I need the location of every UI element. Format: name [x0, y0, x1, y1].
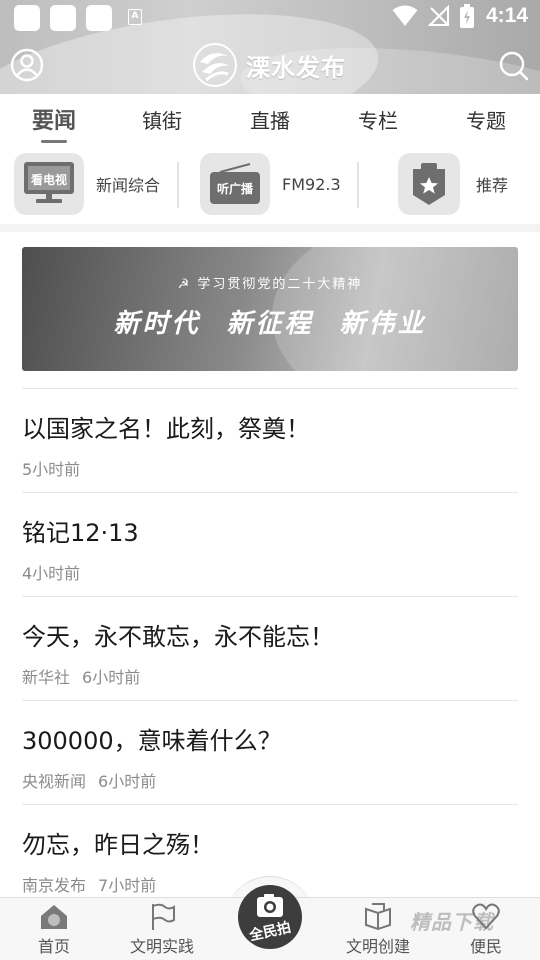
channel-label: FM92.3: [282, 174, 341, 194]
clock: 4:14: [485, 4, 528, 27]
promo-banner[interactable]: ☭ 学习贯彻党的二十大精神 新时代 新征程 新伟业: [22, 247, 518, 371]
tab-columns[interactable]: 专栏: [324, 94, 432, 144]
divider: [357, 162, 359, 208]
flag-icon: [152, 903, 175, 930]
nav-label: 首页: [37, 937, 70, 956]
status-bar: A 4:14: [0, 0, 540, 36]
section-divider: [0, 224, 540, 232]
promo-subtitle: ☭ 学习贯彻党的二十大精神: [177, 277, 363, 292]
wifi-icon: [392, 5, 418, 26]
news-title: 铭记12·13: [22, 519, 139, 547]
channel-recommend[interactable]: 推荐: [398, 152, 508, 216]
app-header: 溧水发布: [0, 36, 540, 94]
news-time: 6小时前: [82, 668, 141, 687]
news-meta: 新华社 6小时前: [22, 664, 140, 688]
watermark: 精品下载: [410, 910, 494, 934]
channel-label: 新闻综合: [96, 176, 161, 195]
search-icon[interactable]: [496, 48, 530, 82]
news-meta: 南京发布 7小时前: [22, 872, 156, 896]
battery-charging-icon: [459, 4, 474, 28]
notification-icon: [50, 5, 76, 31]
news-time: 5小时前: [22, 460, 81, 479]
notification-icon: [14, 5, 40, 31]
promo-title: 新时代 新征程 新伟业: [113, 309, 427, 339]
news-meta: 央视新闻 6小时前: [22, 768, 156, 792]
news-meta: 5小时前: [22, 456, 80, 480]
keyboard-icon: A: [128, 9, 142, 25]
tv-badge-text: 看电视: [31, 172, 67, 187]
news-item[interactable]: 以国家之名！此刻，祭奠！ 5小时前: [22, 388, 518, 492]
app-title: 溧水发布: [246, 53, 346, 82]
channel-label: 推荐: [476, 176, 509, 195]
news-source: 新华社: [22, 668, 71, 687]
nav-label: 文明创建: [345, 937, 410, 956]
swirl-logo-icon: [193, 43, 237, 87]
book-icon: [365, 903, 391, 931]
nav-civilization-practice[interactable]: 文明实践: [112, 898, 212, 960]
news-meta: 4小时前: [22, 560, 80, 584]
news-list: 以国家之名！此刻，祭奠！ 5小时前 铭记12·13 4小时前 今天，永不敢忘，永…: [22, 388, 518, 908]
news-item[interactable]: 今天，永不敢忘，永不能忘！ 新华社 6小时前: [22, 596, 518, 700]
profile-icon[interactable]: [10, 48, 44, 82]
news-item[interactable]: 铭记12·13 4小时前: [22, 492, 518, 596]
tab-headlines[interactable]: 要闻: [0, 94, 108, 144]
news-title: 今天，永不敢忘，永不能忘！: [22, 623, 334, 651]
app-logo: 溧水发布: [192, 42, 346, 88]
tab-towns[interactable]: 镇街: [108, 94, 216, 144]
news-title: 以国家之名！此刻，祭奠！: [22, 415, 310, 443]
channel-tv[interactable]: 看电视 新闻综合: [14, 152, 160, 216]
news-title: 勿忘，昨日之殇！: [22, 831, 214, 859]
news-item[interactable]: 300000，意味着什么？ 央视新闻 6小时前: [22, 700, 518, 804]
nav-label: 文明实践: [129, 937, 194, 956]
category-tabs: 要闻 镇街 直播 专栏 专题: [0, 94, 540, 144]
tab-live[interactable]: 直播: [216, 94, 324, 144]
tv-icon: 看电视: [14, 153, 84, 215]
nav-home[interactable]: 首页: [4, 898, 104, 960]
news-source: 南京发布: [22, 876, 87, 895]
radio-badge-text: 听广播: [217, 181, 254, 196]
tab-topics[interactable]: 专题: [432, 94, 540, 144]
no-signal-icon: [427, 5, 449, 26]
news-title: 300000，意味着什么？: [22, 727, 282, 755]
nav-label: 便民: [469, 937, 502, 956]
news-time: 6小时前: [98, 772, 157, 791]
star-badge-icon: [398, 153, 460, 215]
home-icon: [41, 905, 67, 929]
notification-icon: [86, 5, 112, 31]
divider: [177, 162, 179, 208]
news-time: 7小时前: [98, 876, 157, 895]
nav-citizen-photo[interactable]: 全民拍: [238, 885, 302, 949]
channel-shortcuts: 看电视 新闻综合 听广播 FM92.3 推荐: [0, 144, 540, 224]
news-source: 央视新闻: [22, 772, 87, 791]
radio-icon: 听广播: [200, 153, 270, 215]
news-time: 4小时前: [22, 564, 81, 583]
channel-radio[interactable]: 听广播 FM92.3: [200, 152, 341, 216]
